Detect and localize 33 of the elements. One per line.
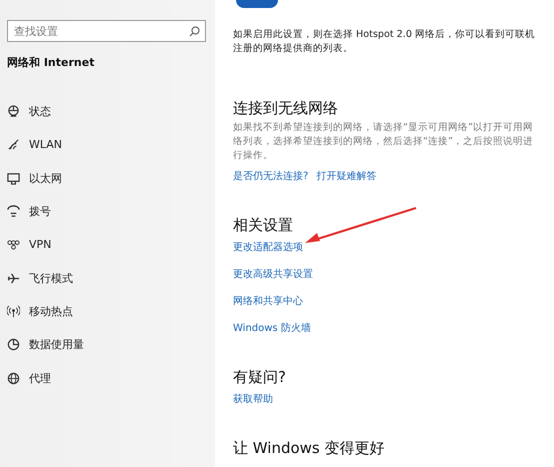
ethernet-icon xyxy=(7,172,20,185)
toggle-switch[interactable] xyxy=(236,0,278,8)
data-icon xyxy=(7,338,20,352)
nav-item[interactable]: 代理 xyxy=(7,361,206,395)
description-text: 如果启用此设置，则在选择 Hotspot 2.0 网络后，你可以看到可联机注册的网络提供商的列表。 xyxy=(233,28,536,56)
description-text: 如果找不到希望连接到的网络，请选择“显示可用网络”以打开可用网络列表，选择希望连接到的网络，然后选择“连接”，之后按照说明进行操作。 xyxy=(233,121,534,163)
nav-item[interactable]: 状态 xyxy=(7,95,206,128)
section-heading: 让 Windows 变得更好 xyxy=(233,438,384,458)
wifi-icon xyxy=(7,138,20,152)
globe-icon xyxy=(7,372,20,385)
help-link[interactable]: 是否仍无法连接? xyxy=(233,170,308,184)
hotspot-icon xyxy=(7,304,20,318)
section-heading: 有疑问? xyxy=(233,367,286,387)
section-heading: 连接到无线网络 xyxy=(233,98,338,118)
section-heading: 相关设置 xyxy=(233,215,293,235)
settings-link[interactable]: 更改高级共享设置 xyxy=(233,268,313,282)
section-title: 网络和 Internet xyxy=(7,55,96,70)
settings-link[interactable]: 获取帮助 xyxy=(233,393,273,407)
nav-item[interactable]: 数据使用量 xyxy=(7,328,206,362)
settings-link[interactable]: 网络和共享中心 xyxy=(233,295,303,309)
search-icon xyxy=(189,26,200,36)
nav-item[interactable]: 拨号 xyxy=(7,194,206,228)
settings-link[interactable]: Windows 防火墙 xyxy=(233,322,311,336)
nav-item[interactable]: 以太网 xyxy=(7,162,206,195)
vpn-icon xyxy=(7,238,20,252)
nav-item[interactable]: 飞行模式 xyxy=(7,261,206,295)
plane-icon xyxy=(7,272,20,285)
settings-link[interactable]: 更改适配器选项 xyxy=(233,241,303,255)
nav-item[interactable]: WLAN xyxy=(7,128,206,162)
help-link[interactable]: 打开疑难解答 xyxy=(316,170,376,184)
search-field[interactable]: 查找设置 xyxy=(7,20,206,42)
nav-item[interactable]: VPN xyxy=(7,228,206,262)
nav-item[interactable]: 移动热点 xyxy=(7,294,206,328)
